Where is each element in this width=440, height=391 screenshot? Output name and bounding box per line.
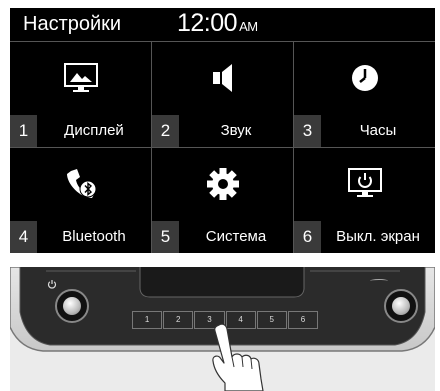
tile-label: Дисплей xyxy=(64,122,124,139)
status-bar: Настройки 12:00 AM xyxy=(10,8,435,42)
tune-knob[interactable] xyxy=(384,289,418,323)
tile-bluetooth[interactable]: 4 Bluetooth xyxy=(10,148,151,253)
clock-time: 12:00 xyxy=(177,9,238,37)
tile-number: 5 xyxy=(152,221,179,253)
head-unit-screen: Настройки 12:00 AM 1 Дисплей 2 Звук 3 Ча… xyxy=(10,8,435,253)
tile-number: 1 xyxy=(10,115,37,147)
tile-display[interactable]: 1 Дисплей xyxy=(10,42,151,147)
tile-number: 6 xyxy=(294,221,321,253)
tile-sound[interactable]: 2 Звук xyxy=(152,42,293,147)
tile-label: Система xyxy=(205,228,267,245)
gear-icon xyxy=(152,166,293,202)
speaker-icon xyxy=(152,60,293,96)
tile-screen-off[interactable]: 6 Выкл. экран xyxy=(294,148,435,253)
preset-button-1[interactable]: 1 xyxy=(132,311,163,329)
display-icon xyxy=(10,60,151,96)
tile-clock[interactable]: 3 Часы xyxy=(294,42,435,147)
tile-label: Выкл. экран xyxy=(336,228,420,245)
tile-system[interactable]: 5 Система xyxy=(152,148,293,253)
tile-number: 2 xyxy=(152,115,179,147)
tile-label: Часы xyxy=(359,122,397,139)
clock-icon xyxy=(294,60,435,96)
screen-off-icon xyxy=(294,166,435,202)
settings-grid: 1 Дисплей 2 Звук 3 Часы 4 Bluetooth 5 Си… xyxy=(10,42,435,253)
volume-knob[interactable] xyxy=(55,289,89,323)
hardware-panel: 1 2 3 4 5 6 xyxy=(10,267,435,391)
tile-label: Bluetooth xyxy=(62,228,126,245)
bluetooth-phone-icon xyxy=(10,166,151,202)
tile-number: 4 xyxy=(10,221,37,253)
clock-ampm: AM xyxy=(239,19,258,34)
pointing-hand-icon xyxy=(205,323,275,391)
power-icon xyxy=(47,276,57,289)
tune-knob-label-mark xyxy=(370,279,388,283)
preset-button-6[interactable]: 6 xyxy=(287,311,319,329)
clock-display: 12:00 AM xyxy=(177,8,258,42)
tile-number: 3 xyxy=(294,115,321,147)
preset-button-2[interactable]: 2 xyxy=(163,311,194,329)
tile-label: Звук xyxy=(220,122,252,139)
page-title: Настройки xyxy=(23,13,122,35)
